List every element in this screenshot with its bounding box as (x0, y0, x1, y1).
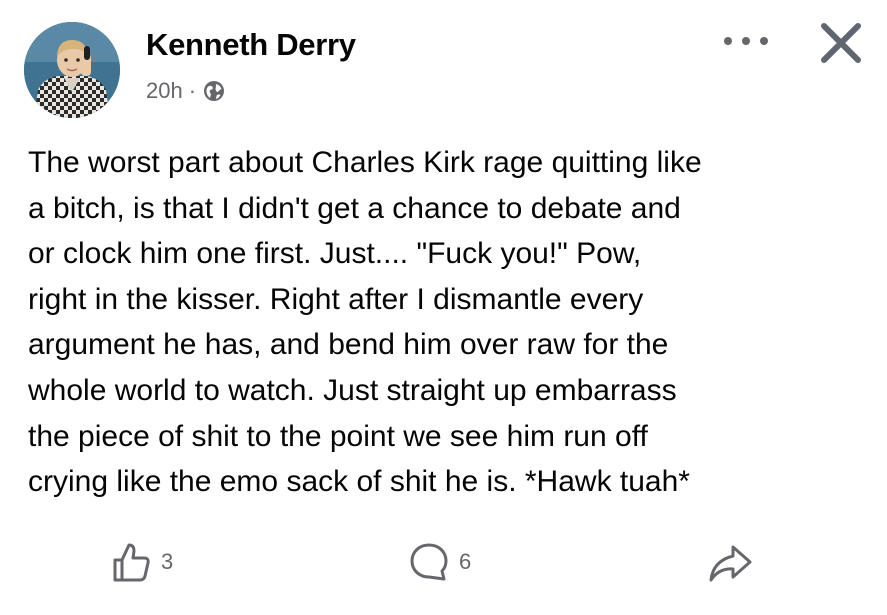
comment-count: 6 (459, 549, 472, 574)
author-name[interactable]: Kenneth Derry (146, 27, 356, 63)
post-meta: 20h · (146, 78, 225, 104)
timestamp[interactable]: 20h (146, 78, 183, 104)
facebook-post-card: Kenneth Derry 20h · The worst part about… (0, 0, 887, 615)
thumbs-up-icon (109, 540, 153, 584)
more-options-icon[interactable] (716, 26, 776, 56)
like-count: 3 (161, 549, 174, 574)
avatar[interactable] (24, 22, 120, 118)
share-arrow-icon (706, 542, 754, 586)
comment-bubble-icon (407, 540, 451, 584)
close-icon[interactable] (812, 14, 870, 72)
like-button[interactable]: 3 (109, 540, 173, 584)
meta-separator: · (188, 78, 197, 103)
comment-button[interactable]: 6 (407, 540, 471, 584)
share-button[interactable] (706, 542, 754, 586)
post-body-text: The worst part about Charles Kirk rage q… (28, 146, 702, 499)
avatar-photo (24, 22, 120, 118)
globe-icon[interactable] (203, 80, 225, 102)
